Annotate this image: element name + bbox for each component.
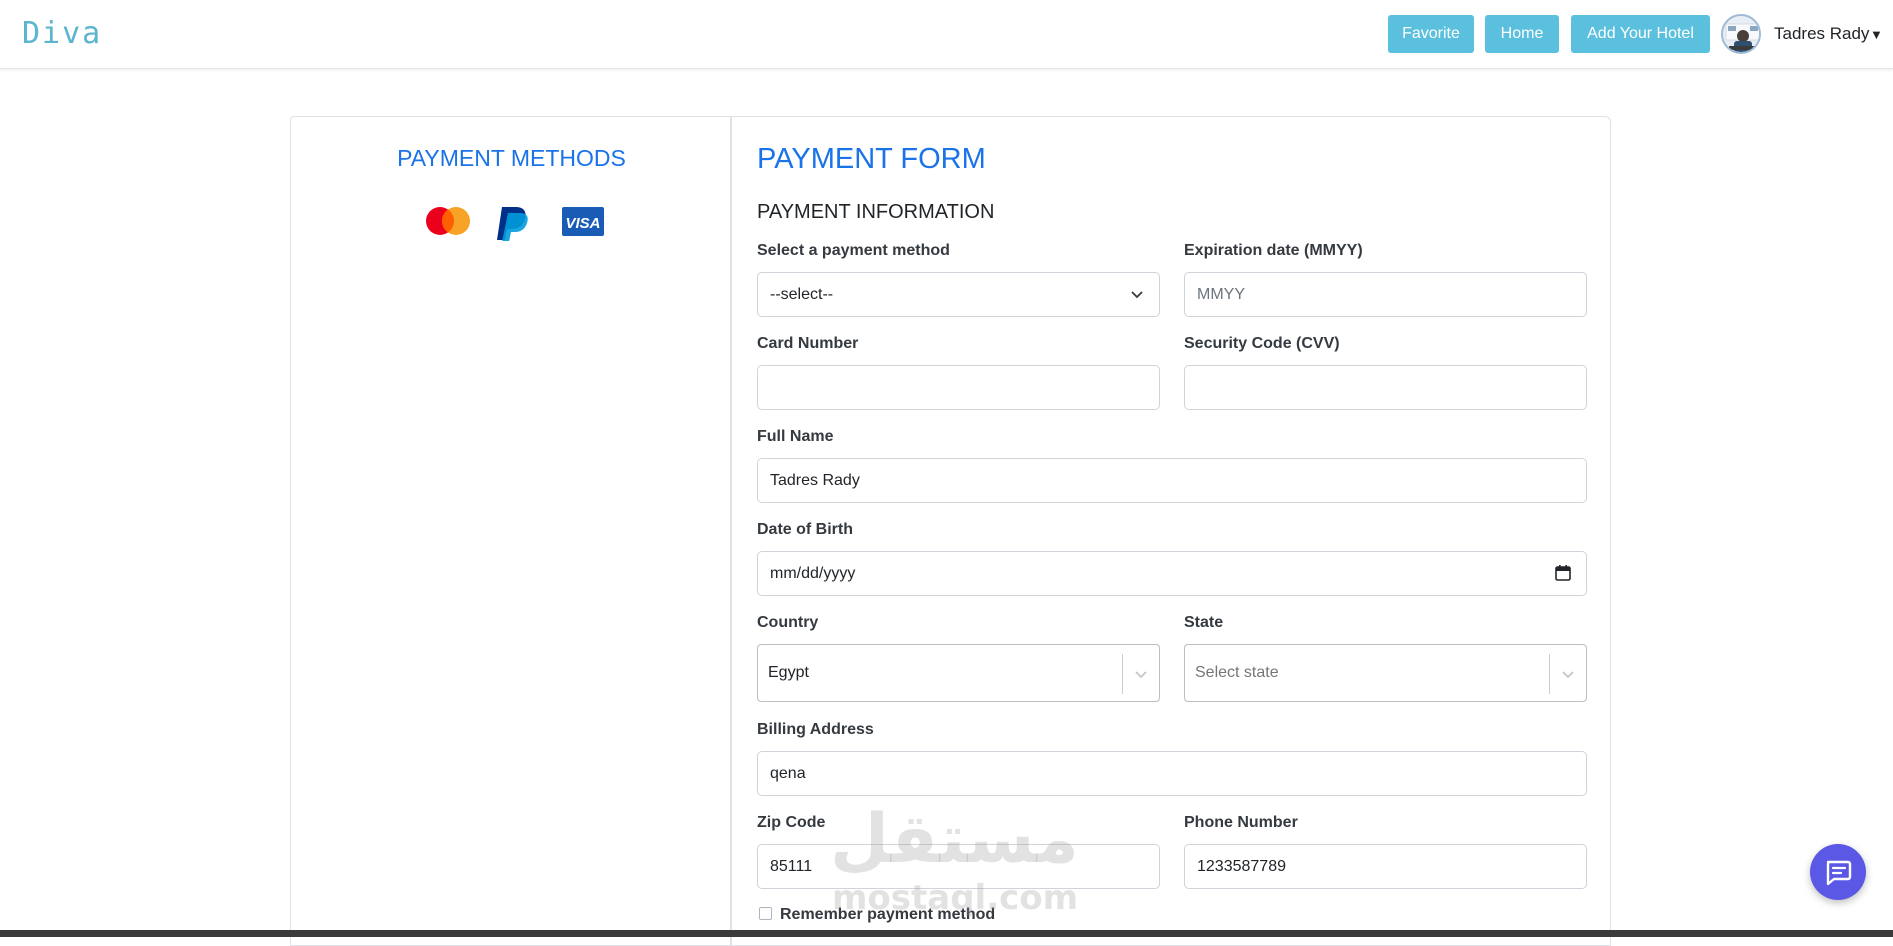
user-name[interactable]: Tadres Rady [1774,24,1869,44]
cvv-label: Security Code (CVV) [1184,335,1340,352]
full-name-input[interactable]: Tadres Rady [757,458,1587,503]
zip-label: Zip Code [757,814,826,831]
zip-value: 85111 [770,857,813,875]
chat-icon [1826,860,1852,886]
bottom-strip [0,930,1893,937]
country-select[interactable]: Egypt [757,644,1160,702]
navbar: Diva Favorite Home Add Your Hotel Tadres… [0,0,1893,69]
country-label: Country [757,614,819,631]
calendar-icon[interactable] [1554,564,1572,582]
brand-logo[interactable]: Diva [22,16,102,51]
user-avatar-icon [1723,16,1759,52]
dob-placeholder: mm/dd/yyyy [770,564,856,582]
dob-label: Date of Birth [757,521,853,538]
select-separator [1122,654,1123,694]
phone-input[interactable]: 1233587789 [1184,844,1587,889]
remember-checkbox[interactable] [759,907,772,920]
billing-input[interactable]: qena [757,751,1587,796]
watermark-latin: mostaql.com [832,878,1079,918]
expiration-label: Expiration date (MMYY) [1184,242,1363,259]
form-title: PAYMENT FORM [757,143,986,175]
chat-button[interactable] [1810,844,1866,900]
state-label: State [1184,614,1224,631]
state-select[interactable]: Select state [1184,644,1587,702]
billing-label: Billing Address [757,721,874,738]
home-button[interactable]: Home [1485,15,1559,53]
state-placeholder: Select state [1195,664,1279,681]
phone-value: 1233587789 [1197,857,1286,875]
section-title: PAYMENT INFORMATION [757,201,995,223]
country-value: Egypt [768,664,809,681]
watermark-arabic: مستقل [830,800,1079,879]
full-name-value: Tadres Rady [770,471,860,489]
billing-value: qena [770,764,806,782]
select-separator [1549,654,1550,694]
visa-icon: VISA [562,207,604,236]
full-name-label: Full Name [757,428,834,445]
chevron-down-icon [1562,671,1574,679]
add-hotel-button[interactable]: Add Your Hotel [1571,15,1710,53]
paypal-icon [497,207,528,241]
mastercard-icon [426,207,470,235]
chevron-down-icon [1131,291,1143,299]
cvv-input[interactable] [1184,365,1587,410]
payment-method-label: Select a payment method [757,242,950,259]
svg-text:VISA: VISA [565,215,600,232]
phone-label: Phone Number [1184,814,1298,831]
dob-input[interactable]: mm/dd/yyyy [757,551,1587,596]
payment-icons: VISA [426,207,604,241]
payment-methods-title: PAYMENT METHODS [397,145,626,171]
favorite-button[interactable]: Favorite [1388,15,1474,53]
chevron-down-icon [1135,671,1147,679]
expiration-input[interactable]: MMYY [1184,272,1587,317]
payment-method-select[interactable]: --select-- [757,272,1160,317]
payment-methods-card: PAYMENT METHODS VISA [290,116,731,946]
avatar[interactable] [1721,14,1761,54]
card-number-input[interactable] [757,365,1160,410]
card-number-label: Card Number [757,335,859,352]
chevron-down-icon[interactable]: ▼ [1870,27,1883,42]
payment-method-value: --select-- [770,285,834,303]
expiration-placeholder: MMYY [1197,285,1245,303]
